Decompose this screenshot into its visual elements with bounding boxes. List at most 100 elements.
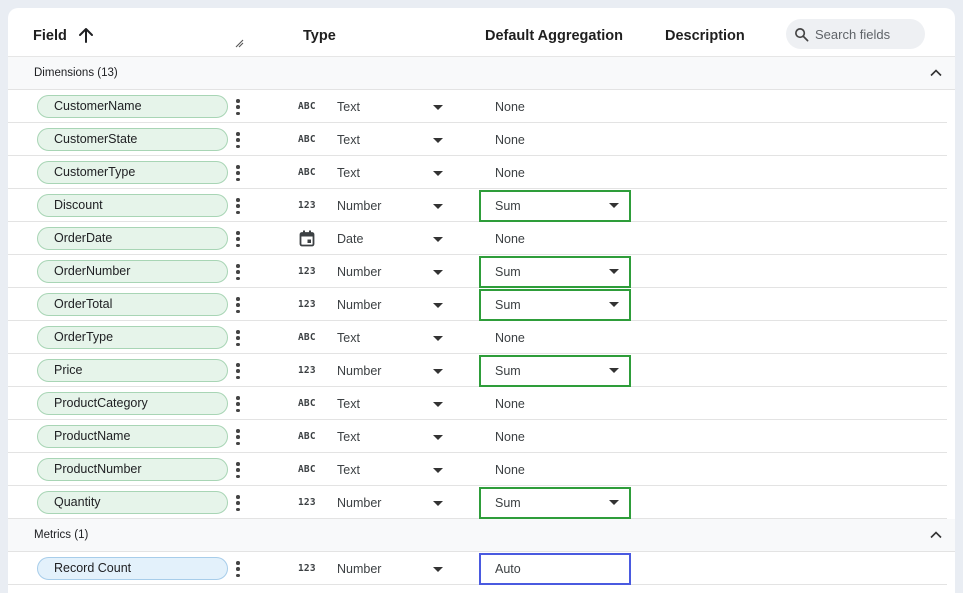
type-dropdown-caret-icon[interactable] xyxy=(433,567,443,572)
field-type-label[interactable]: Number xyxy=(337,496,381,510)
more-options-icon[interactable] xyxy=(232,263,244,281)
field-name-chip[interactable]: Discount xyxy=(37,194,228,217)
section-dimensions[interactable]: Dimensions (13) xyxy=(8,57,955,90)
aggregation-dropdown[interactable]: Sum xyxy=(479,355,631,387)
aggregation-value: Sum xyxy=(495,265,521,279)
aggregation-dropdown[interactable]: Sum xyxy=(479,289,631,321)
text-type-icon: ABC xyxy=(298,431,316,442)
type-dropdown-caret-icon[interactable] xyxy=(433,237,443,242)
field-row: Price 123 Number Sum xyxy=(8,354,947,387)
more-options-icon[interactable] xyxy=(232,362,244,380)
type-dropdown-caret-icon[interactable] xyxy=(433,105,443,110)
more-options-icon[interactable] xyxy=(232,98,244,116)
more-options-icon[interactable] xyxy=(232,296,244,314)
number-type-icon: 123 xyxy=(298,299,316,310)
field-row: ProductCategory ABC Text None xyxy=(8,387,947,420)
field-name-chip[interactable]: CustomerType xyxy=(37,161,228,184)
field-type-label[interactable]: Text xyxy=(337,100,360,114)
type-dropdown-caret-icon[interactable] xyxy=(433,501,443,506)
more-options-icon[interactable] xyxy=(232,494,244,512)
field-type-label[interactable]: Text xyxy=(337,133,360,147)
text-type-icon: ABC xyxy=(298,134,316,145)
field-type-label[interactable]: Text xyxy=(337,331,360,345)
aggregation-dropdown[interactable]: Sum xyxy=(479,190,631,222)
search-icon xyxy=(795,27,809,41)
section-label: Metrics (1) xyxy=(34,529,89,541)
aggregation-value: None xyxy=(495,331,525,345)
field-name-chip[interactable]: ProductNumber xyxy=(37,458,228,481)
type-dropdown-caret-icon[interactable] xyxy=(433,138,443,143)
type-dropdown-caret-icon[interactable] xyxy=(433,303,443,308)
dropdown-caret-icon[interactable] xyxy=(609,203,619,208)
more-options-icon[interactable] xyxy=(232,131,244,149)
type-dropdown-caret-icon[interactable] xyxy=(433,369,443,374)
sort-ascending-icon[interactable] xyxy=(76,25,96,45)
type-dropdown-caret-icon[interactable] xyxy=(433,171,443,176)
aggregation-value: None xyxy=(495,100,525,114)
more-options-icon[interactable] xyxy=(232,230,244,248)
search-box[interactable] xyxy=(786,19,925,49)
aggregation-value: Sum xyxy=(495,199,521,213)
dropdown-caret-icon[interactable] xyxy=(609,368,619,373)
field-type-label[interactable]: Date xyxy=(337,232,363,246)
type-dropdown-caret-icon[interactable] xyxy=(433,435,443,440)
type-dropdown-caret-icon[interactable] xyxy=(433,336,443,341)
field-row: ProductNumber ABC Text None xyxy=(8,453,947,486)
field-type-label[interactable]: Number xyxy=(337,364,381,378)
chevron-up-icon[interactable] xyxy=(929,528,943,542)
field-type-label[interactable]: Number xyxy=(337,199,381,213)
field-type-label[interactable]: Text xyxy=(337,166,360,180)
type-dropdown-caret-icon[interactable] xyxy=(433,270,443,275)
field-name-chip[interactable]: ProductName xyxy=(37,425,228,448)
aggregation-value: None xyxy=(495,232,525,246)
section-metrics[interactable]: Metrics (1) xyxy=(8,519,955,552)
text-type-icon: ABC xyxy=(298,332,316,343)
more-options-icon[interactable] xyxy=(232,560,244,578)
column-resize-icon[interactable] xyxy=(234,38,244,48)
field-name-chip[interactable]: OrderTotal xyxy=(37,293,228,316)
field-name-chip[interactable]: Record Count xyxy=(37,557,228,580)
field-name-chip[interactable]: OrderNumber xyxy=(37,260,228,283)
field-name-chip[interactable]: CustomerName xyxy=(37,95,228,118)
field-column-header[interactable]: Field xyxy=(33,28,67,44)
aggregation-value: None xyxy=(495,430,525,444)
dropdown-caret-icon[interactable] xyxy=(609,302,619,307)
field-row: OrderDate Date None xyxy=(8,222,947,255)
field-type-label[interactable]: Number xyxy=(337,298,381,312)
type-dropdown-caret-icon[interactable] xyxy=(433,402,443,407)
field-name-chip[interactable]: Price xyxy=(37,359,228,382)
text-type-icon: ABC xyxy=(298,167,316,178)
field-name-chip[interactable]: Quantity xyxy=(37,491,228,514)
more-options-icon[interactable] xyxy=(232,461,244,479)
more-options-icon[interactable] xyxy=(232,164,244,182)
type-dropdown-caret-icon[interactable] xyxy=(433,204,443,209)
field-name-chip[interactable]: OrderDate xyxy=(37,227,228,250)
fields-panel: Field Type Default Aggregation Descripti… xyxy=(8,8,955,593)
dropdown-caret-icon[interactable] xyxy=(609,269,619,274)
number-type-icon: 123 xyxy=(298,365,316,376)
more-options-icon[interactable] xyxy=(232,329,244,347)
field-row: Discount 123 Number Sum xyxy=(8,189,947,222)
aggregation-dropdown[interactable]: Sum xyxy=(479,487,631,519)
field-row: OrderNumber 123 Number Sum xyxy=(8,255,947,288)
more-options-icon[interactable] xyxy=(232,197,244,215)
field-type-label[interactable]: Number xyxy=(337,265,381,279)
field-name-chip[interactable]: ProductCategory xyxy=(37,392,228,415)
type-dropdown-caret-icon[interactable] xyxy=(433,468,443,473)
aggregation-value: Sum xyxy=(495,496,521,510)
field-name-chip[interactable]: CustomerState xyxy=(37,128,228,151)
aggregation-dropdown[interactable]: Auto xyxy=(479,553,631,585)
search-input[interactable] xyxy=(815,26,915,42)
field-type-label[interactable]: Text xyxy=(337,463,360,477)
more-options-icon[interactable] xyxy=(232,395,244,413)
dropdown-caret-icon[interactable] xyxy=(609,500,619,505)
field-type-label[interactable]: Number xyxy=(337,562,381,576)
aggregation-dropdown[interactable]: Sum xyxy=(479,256,631,288)
field-type-label[interactable]: Text xyxy=(337,430,360,444)
field-name-chip[interactable]: OrderType xyxy=(37,326,228,349)
field-type-label[interactable]: Text xyxy=(337,397,360,411)
chevron-up-icon[interactable] xyxy=(929,66,943,80)
field-row: OrderType ABC Text None xyxy=(8,321,947,354)
more-options-icon[interactable] xyxy=(232,428,244,446)
description-column-header: Description xyxy=(665,28,745,44)
